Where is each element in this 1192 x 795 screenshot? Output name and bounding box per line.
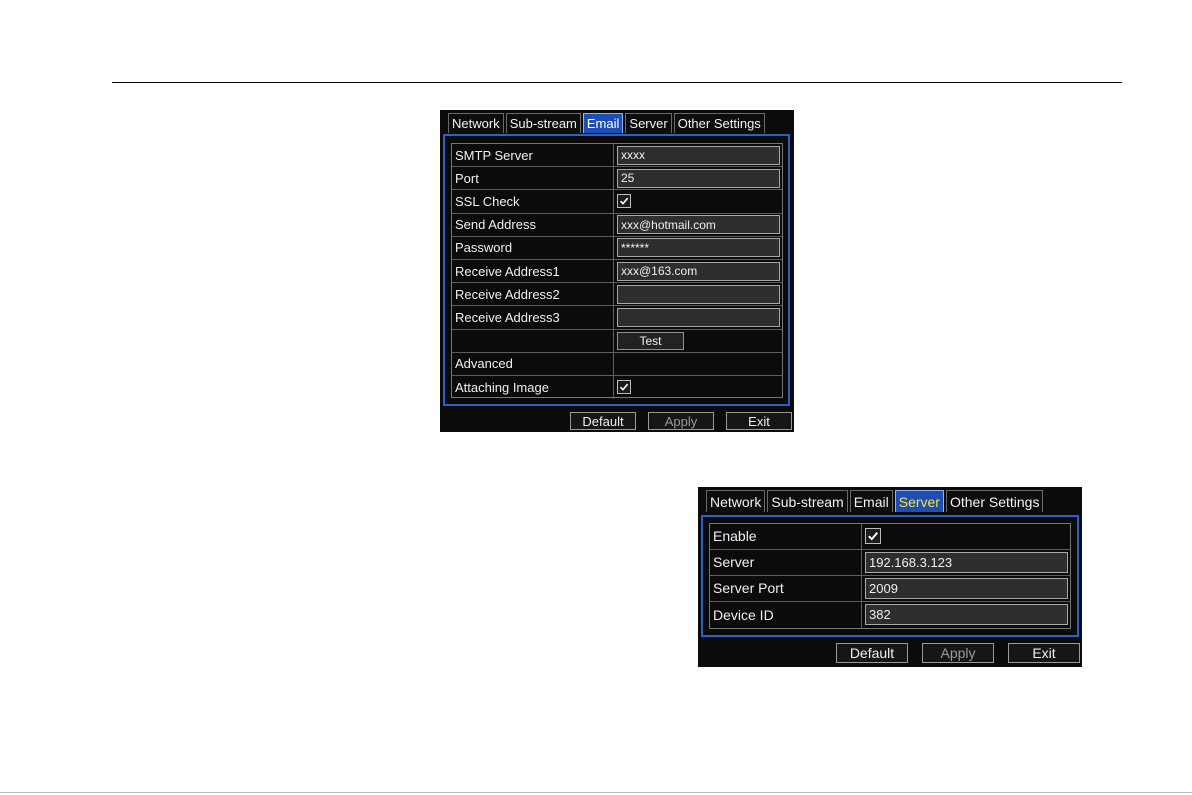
send-address-label: Send Address: [452, 213, 614, 236]
smtp-server-row: SMTP Server xxxx: [452, 144, 782, 168]
exit-button[interactable]: Exit: [726, 412, 792, 430]
settings-tab-bar: Network Sub-stream Email Server Other Se…: [448, 113, 765, 133]
tab-other-settings[interactable]: Other Settings: [945, 490, 1044, 512]
email-dialog-footer: Default Apply Exit: [570, 412, 792, 430]
apply-button[interactable]: Apply: [648, 412, 714, 430]
exit-button[interactable]: Exit: [1008, 643, 1080, 663]
attaching-image-checkbox[interactable]: [617, 380, 631, 395]
tab-sub-stream[interactable]: Sub-stream: [505, 113, 581, 133]
port-input[interactable]: 25: [617, 168, 780, 188]
tab-network[interactable]: Network: [706, 490, 766, 512]
page-header-rule: [112, 82, 1122, 83]
test-button[interactable]: Test: [617, 331, 684, 350]
device-id-input[interactable]: 382: [865, 604, 1068, 626]
port-row: Port 25: [452, 167, 782, 191]
receive-address1-input[interactable]: xxx@163.com: [617, 261, 780, 281]
enable-label: Enable: [710, 524, 862, 549]
apply-button[interactable]: Apply: [922, 643, 994, 663]
receive-address2-row: Receive Address2: [452, 283, 782, 307]
server-settings-frame: Enable Server 192.168.3.123 Server Port …: [701, 515, 1079, 637]
page-footer-rule: [0, 792, 1192, 793]
checkmark-icon: [619, 198, 629, 206]
tab-other-settings[interactable]: Other Settings: [673, 113, 765, 133]
smtp-server-input[interactable]: xxxx: [617, 145, 780, 165]
ssl-check-row: SSL Check: [452, 190, 782, 214]
enable-row: Enable: [710, 524, 1070, 550]
advanced-label[interactable]: Advanced: [452, 352, 614, 375]
ssl-check-checkbox[interactable]: [617, 194, 631, 209]
receive-address3-label: Receive Address3: [452, 306, 614, 329]
receive-address3-row: Receive Address3: [452, 306, 782, 330]
server-port-input[interactable]: 2009: [865, 577, 1068, 599]
checkmark-icon: [619, 384, 629, 392]
server-settings-table: Enable Server 192.168.3.123 Server Port …: [709, 523, 1071, 629]
server-port-label: Server Port: [710, 575, 862, 601]
receive-address3-input[interactable]: [617, 307, 780, 327]
enable-checkbox[interactable]: [865, 528, 881, 545]
password-row: Password ******: [452, 236, 782, 260]
ssl-check-label: SSL Check: [452, 190, 614, 213]
send-address-row: Send Address xxx@hotmail.com: [452, 213, 782, 237]
server-dialog-footer: Default Apply Exit: [836, 643, 1080, 663]
default-button[interactable]: Default: [836, 643, 908, 663]
tab-server[interactable]: Server: [894, 490, 944, 512]
receive-address1-label: Receive Address1: [452, 259, 614, 283]
server-label: Server: [710, 549, 862, 575]
receive-address2-label: Receive Address2: [452, 283, 614, 306]
test-row: Test: [452, 329, 782, 353]
email-settings-dialog: Network Sub-stream Email Server Other Se…: [440, 110, 794, 432]
advanced-value: [614, 353, 782, 375]
attaching-image-label: Attaching Image: [452, 375, 614, 400]
tab-server[interactable]: Server: [625, 113, 672, 133]
settings-tab-bar: Network Sub-stream Email Server Other Se…: [706, 490, 1044, 512]
email-settings-table: SMTP Server xxxx Port 25 SSL Check Send …: [451, 143, 783, 400]
default-button[interactable]: Default: [570, 412, 636, 430]
device-id-row: Device ID 382: [710, 601, 1070, 628]
port-label: Port: [452, 167, 614, 190]
server-row: Server 192.168.3.123: [710, 549, 1070, 576]
password-input[interactable]: ******: [617, 238, 780, 258]
tab-email[interactable]: Email: [582, 113, 624, 133]
smtp-server-label: SMTP Server: [452, 144, 614, 167]
email-settings-frame: SMTP Server xxxx Port 25 SSL Check Send …: [443, 134, 790, 406]
tab-network[interactable]: Network: [448, 113, 504, 133]
server-settings-dialog: Network Sub-stream Email Server Other Se…: [698, 487, 1082, 667]
password-label: Password: [452, 236, 614, 259]
server-input[interactable]: 192.168.3.123: [865, 551, 1068, 573]
tab-email[interactable]: Email: [849, 490, 893, 512]
attaching-image-row: Attaching Image: [452, 375, 782, 400]
checkmark-icon: [868, 532, 879, 541]
receive-address1-row: Receive Address1 xxx@163.com: [452, 259, 782, 284]
send-address-input[interactable]: xxx@hotmail.com: [617, 215, 780, 235]
test-row-label: [452, 329, 614, 352]
device-id-label: Device ID: [710, 601, 862, 628]
tab-sub-stream[interactable]: Sub-stream: [767, 490, 848, 512]
receive-address2-input[interactable]: [617, 284, 780, 304]
advanced-row[interactable]: Advanced: [452, 352, 782, 376]
server-port-row: Server Port 2009: [710, 575, 1070, 602]
